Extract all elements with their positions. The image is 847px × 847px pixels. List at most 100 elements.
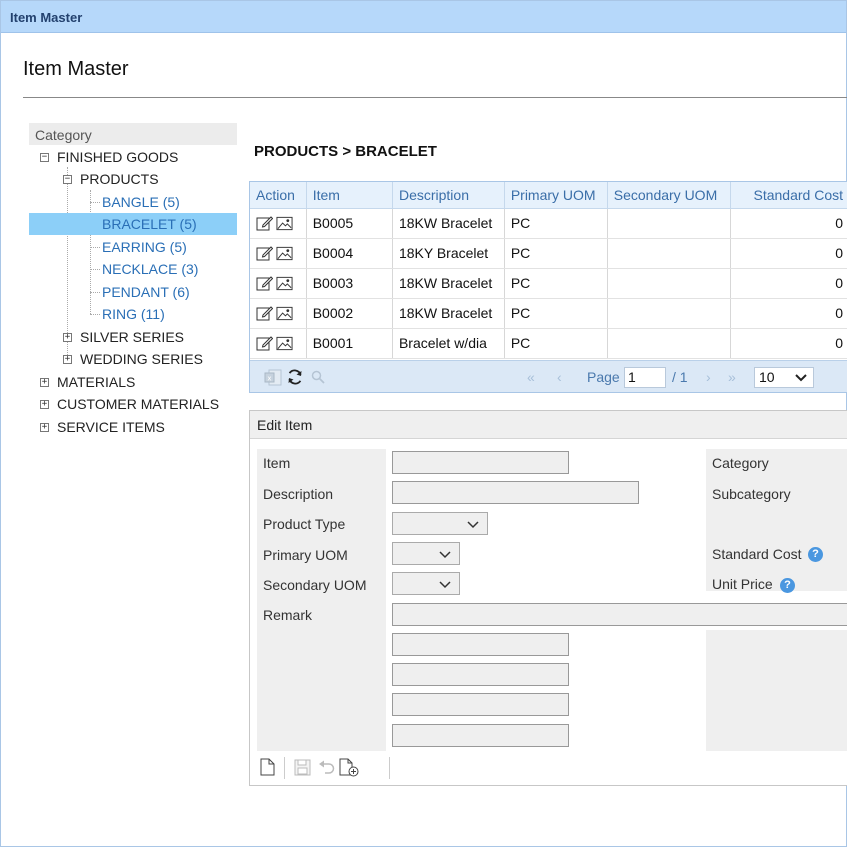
page-number-input[interactable]: 1: [624, 367, 666, 388]
tree-leaf-earring[interactable]: EARRING (5): [102, 236, 187, 258]
tree-leaf-label: RING (11): [102, 306, 165, 322]
excel-export-icon[interactable]: x: [264, 369, 282, 386]
row-actions: [250, 298, 307, 329]
tree-node-label: FINISHED GOODS: [57, 149, 179, 165]
cell-standard-cost: 0: [730, 328, 847, 359]
secondary-uom-select[interactable]: [392, 572, 460, 595]
items-grid: Action Item Description Primary UOM Seco…: [249, 181, 847, 393]
edit-icon[interactable]: [256, 276, 273, 291]
tree-leaf-pendant[interactable]: PENDANT (6): [102, 281, 190, 303]
help-icon[interactable]: ?: [780, 578, 795, 593]
tree-leaf-bangle[interactable]: BANGLE (5): [102, 191, 180, 213]
image-icon[interactable]: [276, 306, 293, 321]
item-input[interactable]: [392, 451, 569, 474]
cell-standard-cost: 0: [730, 298, 847, 329]
table-row[interactable]: B0004 18KY Bracelet PC 0: [250, 238, 847, 269]
column-header-standard-cost[interactable]: Standard Cost: [730, 182, 847, 209]
row-actions: [250, 238, 307, 269]
app-window: Item Master Item Master Category − FINIS…: [0, 0, 847, 847]
table-row[interactable]: B0001 Bracelet w/dia PC 0: [250, 328, 847, 359]
product-type-select[interactable]: [392, 512, 488, 535]
table-row[interactable]: B0002 18KW Bracelet PC 0: [250, 298, 847, 329]
page-label: Page: [587, 369, 620, 385]
edit-icon[interactable]: [256, 216, 273, 231]
table-row[interactable]: B0003 18KW Bracelet PC 0: [250, 268, 847, 299]
edit-icon[interactable]: [256, 336, 273, 351]
edit-item-panel: Edit Item Item Description Product Type …: [249, 410, 847, 786]
remark-input-5[interactable]: [392, 724, 569, 747]
prev-page-icon[interactable]: ‹: [557, 369, 562, 385]
tree-node-label: WEDDING SERIES: [80, 351, 203, 367]
tree-leaf-ring[interactable]: RING (11): [102, 303, 165, 325]
collapse-icon[interactable]: −: [40, 153, 49, 162]
title-divider: [23, 97, 847, 98]
image-icon[interactable]: [276, 336, 293, 351]
next-page-icon[interactable]: ›: [706, 369, 711, 385]
edit-icon[interactable]: [256, 246, 273, 261]
chevron-down-icon: [795, 374, 807, 382]
page-title: Item Master: [23, 58, 129, 80]
row-actions: [250, 328, 307, 359]
cell-secondary-uom: [607, 238, 732, 269]
last-page-icon[interactable]: »: [728, 369, 736, 385]
tree-leaf-necklace[interactable]: NECKLACE (3): [102, 258, 198, 280]
tree-header: Category: [29, 123, 237, 145]
page-size-select[interactable]: 10: [754, 367, 814, 388]
table-row[interactable]: B0005 18KW Bracelet PC 0: [250, 208, 847, 239]
cell-secondary-uom: [607, 298, 732, 329]
remark-input-4[interactable]: [392, 693, 569, 716]
column-header-action[interactable]: Action: [250, 182, 307, 209]
remark-input-3[interactable]: [392, 663, 569, 686]
remark-input-2[interactable]: [392, 633, 569, 656]
column-header-description[interactable]: Description: [392, 182, 505, 209]
column-header-item[interactable]: Item: [306, 182, 393, 209]
cell-primary-uom: PC: [504, 298, 608, 329]
tree-node-label: CUSTOMER MATERIALS: [57, 396, 220, 412]
collapse-icon[interactable]: −: [63, 175, 72, 184]
page-total: / 1: [672, 369, 688, 385]
tree-node-label: SILVER SERIES: [80, 329, 185, 345]
new-document-icon[interactable]: [260, 758, 275, 776]
secondary-uom-label: Secondary UOM: [263, 577, 367, 593]
first-page-icon[interactable]: «: [527, 369, 535, 385]
table-header-row: Action Item Description Primary UOM Seco…: [250, 182, 847, 209]
refresh-icon[interactable]: [286, 368, 304, 386]
image-icon[interactable]: [276, 276, 293, 291]
help-icon[interactable]: ?: [808, 547, 823, 562]
row-actions: [250, 208, 307, 239]
search-icon[interactable]: [311, 370, 325, 384]
copy-document-icon[interactable]: [339, 758, 359, 777]
expand-icon[interactable]: +: [63, 333, 72, 342]
expand-icon[interactable]: +: [40, 400, 49, 409]
image-icon[interactable]: [276, 216, 293, 231]
cell-item: B0002: [306, 298, 393, 329]
tree-leaf-bracelet[interactable]: BRACELET (5): [29, 213, 237, 235]
cell-secondary-uom: [607, 208, 732, 239]
image-icon[interactable]: [276, 246, 293, 261]
cell-secondary-uom: [607, 268, 732, 299]
window-title: Item Master: [10, 10, 83, 25]
edit-icon[interactable]: [256, 306, 273, 321]
svg-text:x: x: [267, 375, 271, 383]
expand-icon[interactable]: +: [40, 423, 49, 432]
items-table: Action Item Description Primary UOM Seco…: [250, 182, 847, 359]
cell-standard-cost: 0: [730, 208, 847, 239]
tree-leaf-label: NECKLACE (3): [102, 261, 199, 277]
item-label: Item: [263, 455, 291, 471]
save-icon[interactable]: [294, 759, 311, 776]
expand-icon[interactable]: +: [40, 378, 49, 387]
cell-item: B0001: [306, 328, 393, 359]
tree-connector: [90, 292, 100, 293]
cell-item: B0005: [306, 208, 393, 239]
cell-standard-cost: 0: [730, 268, 847, 299]
undo-icon[interactable]: [318, 760, 335, 775]
expand-icon[interactable]: +: [63, 355, 72, 364]
column-header-secondary-uom[interactable]: Secondary UOM: [607, 182, 732, 209]
column-header-primary-uom[interactable]: Primary UOM: [504, 182, 608, 209]
tree-connector: [90, 247, 100, 248]
remark-input-1[interactable]: [392, 603, 847, 626]
description-input[interactable]: [392, 481, 639, 504]
primary-uom-select[interactable]: [392, 542, 460, 565]
cell-primary-uom: PC: [504, 328, 608, 359]
cell-standard-cost: 0: [730, 238, 847, 269]
